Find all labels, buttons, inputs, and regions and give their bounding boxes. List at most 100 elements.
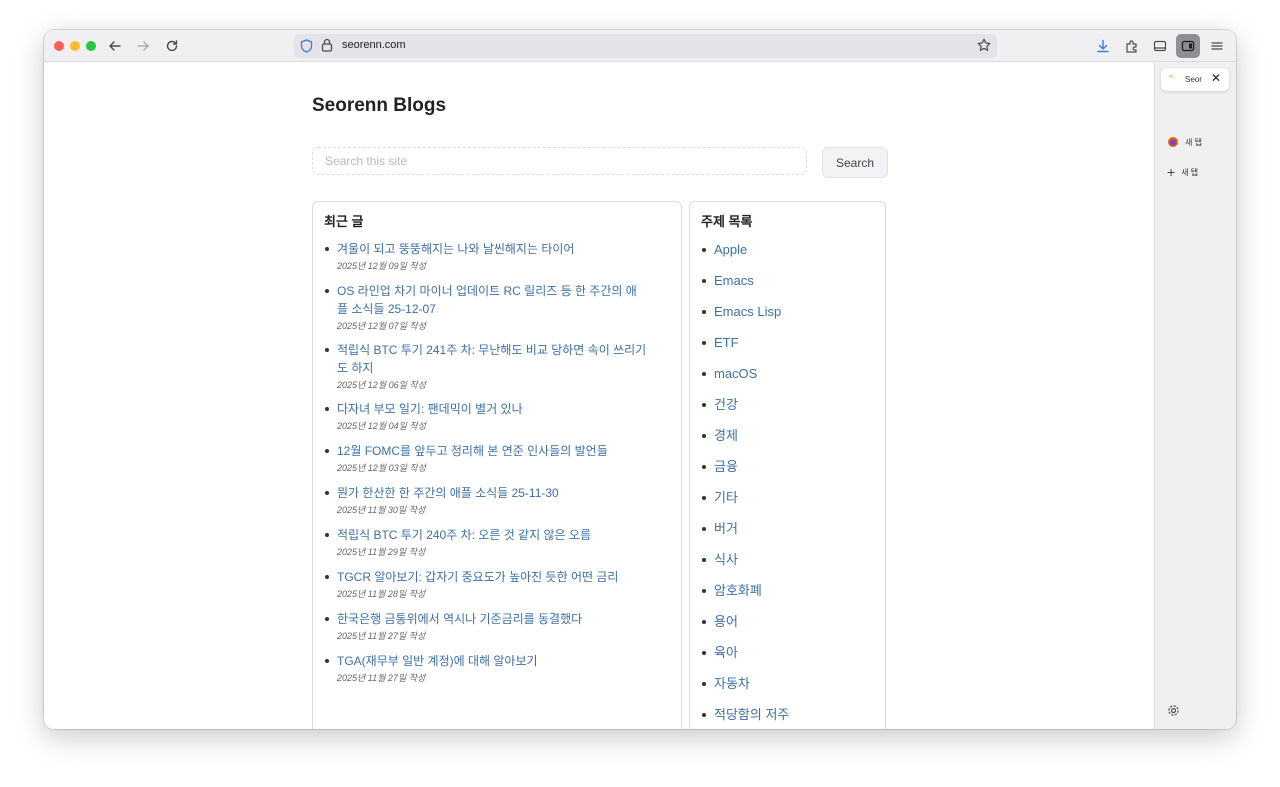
lock-icon[interactable] [321,38,333,57]
list-item: TGA(재무부 일반 계정)에 대해 알아보기 2025년 11월 27일 작성 [325,652,647,684]
recent-posts-title: 최근 글 [324,214,364,229]
list-item: 적립식 BTC 투기 240주 차: 오른 것 같지 않은 오름 2025년 11… [325,526,647,558]
list-item: 뭔가 한산한 한 주간의 애플 소식들 25-11-30 2025년 11월 30… [325,484,647,516]
post-date: 2025년 12월 07일 작성 [337,321,426,331]
post-link[interactable]: TGCR 알아보기: 갑자기 중요도가 높아진 듯한 어떤 금리 [337,568,647,586]
browser-window: seorenn.com ^ Seor ✕ 새 탭 + 새 탭 Seorenn B… [44,30,1236,729]
list-item: 다자녀 부모 일기: 팬데믹이 별거 있나 2025년 12월 04일 작성 [325,400,647,432]
topic-item: 금융 [702,458,789,489]
list-item: 적립식 BTC 투기 241주 차: 무난해도 비교 당하면 속이 쓰리기도 하… [325,341,647,391]
post-link[interactable]: OS 라인업 차기 마이너 업데이트 RC 릴리즈 등 한 주간의 애플 소식들… [337,282,647,318]
post-link[interactable]: 다자녀 부모 일기: 팬데믹이 별거 있나 [337,400,647,418]
topic-item: 암호화폐 [702,582,789,613]
url-text[interactable]: seorenn.com [342,39,406,51]
list-item: TGCR 알아보기: 갑자기 중요도가 높아진 듯한 어떤 금리 2025년 11… [325,568,647,600]
post-date: 2025년 11월 27일 작성 [337,631,426,641]
topic-link[interactable]: 버거 [714,521,738,536]
plus-icon: + [1167,164,1176,180]
topic-item: ETF [702,334,789,365]
back-icon[interactable] [104,35,126,57]
hamburger-menu-icon[interactable] [1206,35,1228,57]
site-favicon-icon: ^ [1169,73,1174,83]
close-tab-icon[interactable]: ✕ [1211,71,1221,85]
sidebar-icon[interactable] [1149,35,1171,57]
topic-item: 식사 [702,551,789,582]
recent-posts-list: 겨울이 되고 뚱뚱해지는 나와 날씬해지는 타이어 2025년 12월 09일 작… [325,240,647,694]
new-tab-button[interactable]: + 새 탭 [1167,164,1199,180]
download-icon[interactable] [1092,35,1114,57]
sidebar-tab-label: 새 탭 [1185,137,1202,147]
topic-link[interactable]: macOS [714,366,757,381]
search-button[interactable]: Search [822,147,888,178]
maximize-window-button[interactable] [86,41,96,51]
topic-item: Apple [702,241,789,272]
topic-item: macOS [702,365,789,396]
post-date: 2025년 12월 03일 작성 [337,463,426,473]
post-link[interactable]: 적립식 BTC 투기 241주 차: 무난해도 비교 당하면 속이 쓰리기도 하… [337,341,647,377]
list-item: 12월 FOMC를 앞두고 정리해 본 연준 인사들의 발언들 2025년 12월… [325,442,647,474]
forward-icon[interactable] [132,35,154,57]
post-date: 2025년 11월 29일 작성 [337,547,426,557]
recent-posts-panel: 최근 글 겨울이 되고 뚱뚱해지는 나와 날씬해지는 타이어 2025년 12월 … [312,201,682,729]
list-item: 한국은행 금통위에서 역시나 기준금리를 동결했다 2025년 11월 27일 작… [325,610,647,642]
topic-link[interactable]: 암호화폐 [714,583,762,598]
topic-item: 용어 [702,613,789,644]
puzzle-icon[interactable] [1121,35,1143,57]
topic-link[interactable]: 육아 [714,645,738,660]
topic-link[interactable]: 기타 [714,490,738,505]
topic-link[interactable]: 식사 [714,552,738,567]
post-date: 2025년 11월 27일 작성 [337,673,426,683]
topic-item: 건강 [702,396,789,427]
topic-link[interactable]: 건강 [714,397,738,412]
topic-item: 버거 [702,520,789,551]
topic-link[interactable]: 경제 [714,428,738,443]
topic-link[interactable]: Emacs Lisp [714,304,781,319]
list-item: OS 라인업 차기 마이너 업데이트 RC 릴리즈 등 한 주간의 애플 소식들… [325,282,647,332]
post-date: 2025년 12월 09일 작성 [337,261,426,271]
topic-item: 경제 [702,427,789,458]
post-link[interactable]: 12월 FOMC를 앞두고 정리해 본 연준 인사들의 발언들 [337,442,647,460]
post-link[interactable]: 한국은행 금통위에서 역시나 기준금리를 동결했다 [337,610,647,628]
post-date: 2025년 12월 04일 작성 [337,421,426,431]
post-date: 2025년 11월 30일 작성 [337,505,426,515]
topics-list: Apple Emacs Emacs Lisp ETF macOS 건강경제금융기타버거식사… [702,241,789,729]
vertical-tabs-icon[interactable] [1176,34,1200,58]
vertical-tabs-sidebar: ^ Seor ✕ 새 탭 + 새 탭 [1154,62,1236,729]
new-tab-label: 새 탭 [1181,167,1199,177]
topic-link[interactable]: 적당함의 저주 [714,707,789,722]
topic-item: 기타 [702,489,789,520]
post-link[interactable]: TGA(재무부 일반 계정)에 대해 알아보기 [337,652,647,670]
topic-link[interactable]: Apple [714,242,747,257]
topic-item: 자동차 [702,675,789,706]
topics-panel: 주제 목록 Apple Emacs Emacs Lisp ETF macOS 건강경제금융… [689,201,886,729]
active-tab-title: Seor [1185,75,1202,84]
gear-icon[interactable] [1167,704,1180,722]
topics-title: 주제 목록 [701,214,753,229]
star-icon[interactable] [977,38,991,57]
topic-link[interactable]: 자동차 [714,676,750,691]
close-window-button[interactable] [54,41,64,51]
site-title[interactable]: Seorenn Blogs [312,95,446,117]
post-link[interactable]: 겨울이 되고 뚱뚱해지는 나와 날씬해지는 타이어 [337,240,647,258]
topic-item: 적당함의 저주 [702,706,789,729]
firefox-icon [1168,137,1178,147]
topic-link[interactable]: ETF [714,335,739,350]
reload-icon[interactable] [161,35,183,57]
topic-link[interactable]: 용어 [714,614,738,629]
list-item: 겨울이 되고 뚱뚱해지는 나와 날씬해지는 타이어 2025년 12월 09일 작… [325,240,647,272]
post-link[interactable]: 적립식 BTC 투기 240주 차: 오른 것 같지 않은 오름 [337,526,647,544]
sidebar-tab-item[interactable]: 새 탭 [1167,136,1202,148]
topic-item: Emacs Lisp [702,303,789,334]
post-date: 2025년 11월 28일 작성 [337,589,426,599]
post-date: 2025년 12월 06일 작성 [337,380,426,390]
topic-item: Emacs [702,272,789,303]
post-link[interactable]: 뭔가 한산한 한 주간의 애플 소식들 25-11-30 [337,484,647,502]
minimize-window-button[interactable] [70,41,80,51]
active-tab[interactable]: ^ Seor ✕ [1161,68,1229,91]
search-input[interactable] [312,147,807,175]
topic-link[interactable]: 금융 [714,459,738,474]
url-bar[interactable]: seorenn.com [294,34,997,58]
topic-link[interactable]: Emacs [714,273,754,288]
shield-icon[interactable] [300,39,313,58]
topic-item: 육아 [702,644,789,675]
